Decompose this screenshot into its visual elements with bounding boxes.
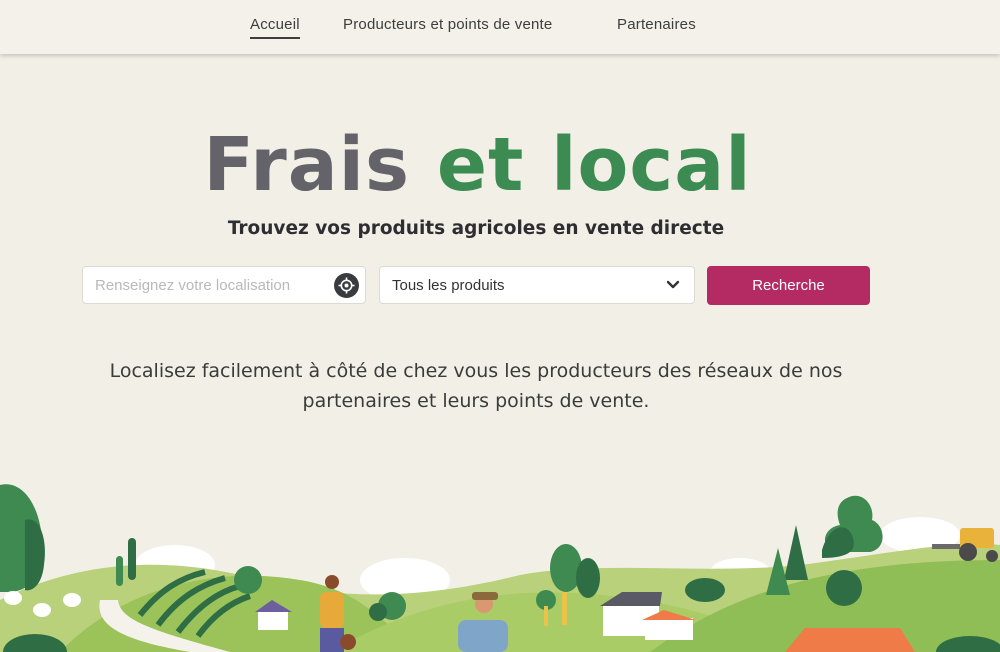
search-button[interactable]: Recherche (707, 266, 870, 305)
nav-link-partenaires[interactable]: Partenaires (617, 16, 696, 33)
nav-link-accueil[interactable]: Accueil (250, 16, 300, 39)
top-navigation: Accueil Producteurs et points de vente P… (0, 0, 1000, 54)
countryside-illustration (0, 484, 1000, 652)
nav-link-producteurs[interactable]: Producteurs et points de vente (343, 16, 552, 33)
hero-subtitle: Trouvez vos produits agricoles en vente … (227, 218, 725, 239)
hero-title-part1: Frais (203, 122, 411, 208)
intro-description-line2: partenaires et leurs points de vente. (302, 390, 650, 412)
product-select[interactable]: Tous les produits (379, 266, 695, 304)
crosshair-target-icon (338, 277, 355, 294)
geolocate-button[interactable] (334, 273, 359, 298)
chevron-down-icon (666, 280, 680, 289)
intro-description-line1: Localisez facilement à côté de chez vous… (109, 360, 843, 382)
location-input[interactable] (83, 267, 335, 303)
product-select-value: Tous les produits (392, 277, 505, 294)
location-field (82, 266, 366, 304)
hero-title-part2: et local (436, 122, 752, 208)
intro-description: Localisez facilement à côté de chez vous… (0, 356, 952, 416)
hero-title: Frais et local (0, 122, 955, 208)
